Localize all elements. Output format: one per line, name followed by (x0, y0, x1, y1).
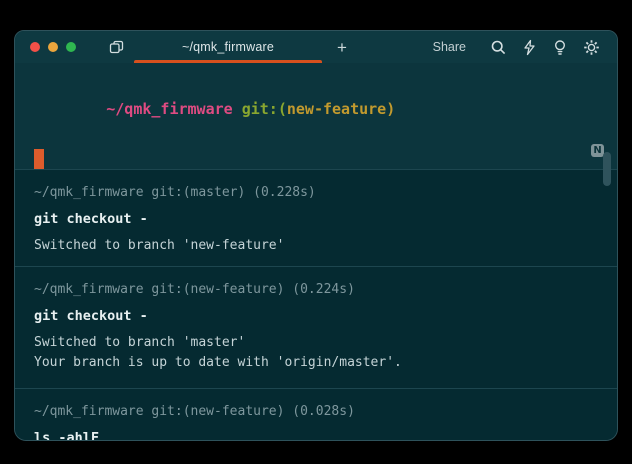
block-context: ~/qmk_firmware git:(new-feature) (0.224s… (34, 280, 599, 300)
header-icons (490, 39, 600, 56)
share-button[interactable]: Share (433, 40, 466, 54)
prompt-git-prefix: git:( (242, 100, 287, 118)
scrollbar-thumb[interactable] (603, 152, 611, 186)
gear-icon[interactable] (583, 39, 600, 56)
new-tab-button[interactable]: + (337, 39, 347, 56)
lightbulb-icon[interactable] (552, 39, 568, 56)
current-prompt-block[interactable]: ~/qmk_firmwaregit:(new-feature) N (15, 63, 617, 169)
search-icon[interactable] (490, 39, 507, 56)
minimize-window-button[interactable] (48, 42, 58, 52)
pages-icon[interactable] (108, 39, 125, 55)
terminal-window: ~/qmk_firmware + Share (14, 30, 618, 441)
prompt-git-suffix: ) (386, 100, 395, 118)
window-header: ~/qmk_firmware + Share (15, 31, 617, 63)
block-output-line: Your branch is up to date with 'origin/m… (34, 353, 599, 373)
tab-qmk-firmware[interactable]: ~/qmk_firmware (134, 31, 322, 63)
terminal-content[interactable]: ~/qmk_firmwaregit:(new-feature) N ~/qmk_… (15, 63, 617, 441)
block-context: ~/qmk_firmware git:(new-feature) (0.028s… (34, 402, 599, 422)
close-window-button[interactable] (30, 42, 40, 52)
maximize-window-button[interactable] (66, 42, 76, 52)
block-context: ~/qmk_firmware git:(master) (0.228s) (34, 183, 599, 203)
prompt-line: ~/qmk_firmware git:(new-feature) (34, 79, 599, 139)
command-block[interactable]: ~/qmk_firmware git:(new-feature) (0.028s… (15, 388, 617, 441)
block-command: git checkout - (34, 306, 599, 326)
prompt-path: ~/qmk_firmware (106, 100, 232, 118)
block-output-line: Switched to branch 'new-feature' (34, 236, 599, 256)
tab-title: ~/qmk_firmware (182, 40, 274, 54)
block-command: ls -ahlF (34, 428, 599, 441)
block-output-line: Switched to branch 'master' (34, 333, 599, 353)
command-block[interactable]: ~/qmk_firmware git:(new-feature) (0.224s… (15, 266, 617, 388)
terminal-cursor[interactable] (34, 149, 44, 169)
traffic-lights (30, 42, 76, 52)
block-command: git checkout - (34, 209, 599, 229)
command-block[interactable]: ~/qmk_firmware git:(master) (0.228s) git… (15, 169, 617, 266)
prompt-git-branch: new-feature (287, 100, 386, 118)
lightning-icon[interactable] (522, 39, 537, 56)
